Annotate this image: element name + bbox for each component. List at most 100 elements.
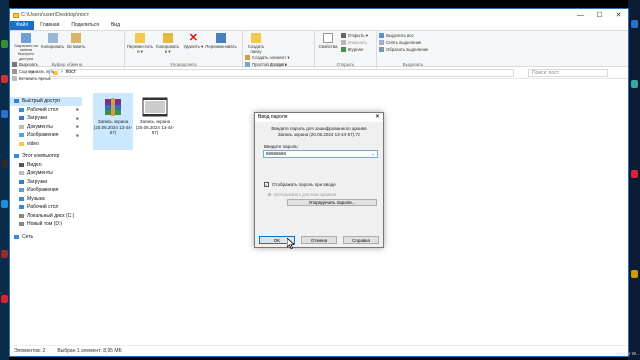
desktop-app-icon[interactable] xyxy=(1,295,8,303)
star-icon xyxy=(14,99,19,104)
invert-selection-button[interactable]: Обратить выделение xyxy=(379,46,428,53)
search-input[interactable]: Поиск: пост xyxy=(528,68,608,77)
password-field[interactable]: 66666666 ⌄ xyxy=(263,150,378,158)
desktop-app-icon[interactable] xyxy=(631,270,638,278)
dialog-buttons: OK Отмена Справка xyxy=(259,236,379,244)
help-button[interactable]: Справка xyxy=(343,236,379,244)
select-none-label: Снять выделение xyxy=(386,40,422,45)
rename-label: Переименовать xyxy=(205,44,237,49)
nav-item-desktop-pc[interactable]: Рабочий стол xyxy=(10,203,82,212)
window-title: C:\Users\user\Desktop\пост xyxy=(21,12,90,18)
desktop-app-icon[interactable] xyxy=(1,110,8,118)
copy-path-button[interactable]: Скопировать путь xyxy=(12,68,55,75)
maximize-button[interactable]: ☐ xyxy=(590,9,609,21)
rename-button[interactable]: Переименовать xyxy=(205,32,237,49)
nav-item-drive-c[interactable]: Локальный диск (C:) xyxy=(10,212,82,221)
dialog-message: Введите пароль для зашифрованного архива… xyxy=(255,126,383,138)
nav-item-music[interactable]: Музыка xyxy=(10,195,82,204)
use-for-all-checkbox[interactable]: Использовать для всех архивов xyxy=(268,192,383,197)
desktop-app-icon[interactable] xyxy=(631,170,638,178)
group-open: Свойства Открыть ▾ Изменить Журнал Откры… xyxy=(315,31,377,68)
group-label: Упорядочить xyxy=(170,62,197,67)
desktop-app-icon[interactable] xyxy=(631,80,638,88)
nav-item-video-folder[interactable]: video xyxy=(10,140,82,149)
desktop-app-icon[interactable] xyxy=(1,75,8,83)
delete-button[interactable]: ✕ Удалить ▾ xyxy=(182,32,204,50)
copy-to-button[interactable]: Копировать в ▾ xyxy=(155,32,181,55)
move-to-button[interactable]: Переместить в ▾ xyxy=(127,32,153,55)
item-count: Элементов: 2 xyxy=(14,348,46,354)
pictures-icon xyxy=(19,133,24,138)
file-name: Запись экрана (20.06.2024 13-44-57) xyxy=(93,119,133,135)
edit-button[interactable]: Изменить xyxy=(340,39,368,46)
path-separator-icon: › xyxy=(61,69,63,75)
download-icon xyxy=(19,179,24,184)
use-for-all-label: Использовать для всех архивов xyxy=(274,192,336,197)
copy-button[interactable]: Копировать xyxy=(41,32,65,49)
new-item-button[interactable]: Создать элемент ▾ xyxy=(245,54,290,61)
nav-item-pictures[interactable]: Изображения ✱ xyxy=(10,131,82,140)
nav-item-label: Сеть xyxy=(22,233,34,240)
desktop-app-icon[interactable] xyxy=(631,20,638,28)
ribbon-tabs: Файл Главная Поделиться Вид xyxy=(10,21,628,30)
nav-item-this-pc[interactable]: Этот компьютер xyxy=(10,152,82,161)
tab-share[interactable]: Поделиться xyxy=(65,21,105,30)
paste-button[interactable]: Вставить xyxy=(65,32,87,49)
desktop-app-icon[interactable] xyxy=(1,250,8,258)
copy-label: Копировать xyxy=(41,44,65,49)
file-item-archive[interactable]: Запись экрана (20.06.2024 13-44-57) xyxy=(93,93,133,150)
nav-item-downloads-pc[interactable]: Загрузки xyxy=(10,178,82,187)
group-label: Создать xyxy=(269,62,288,67)
chevron-down-icon[interactable]: ⌄ xyxy=(371,151,375,157)
nav-item-desktop[interactable]: Рабочий стол ✱ xyxy=(10,106,82,115)
close-button[interactable]: ✕ xyxy=(609,9,628,21)
pin-icon: ✱ xyxy=(75,115,79,121)
new-folder-button[interactable]: Создать папку xyxy=(245,32,267,54)
nav-item-videos[interactable]: Видео xyxy=(10,161,82,170)
select-all-button[interactable]: Выделить все xyxy=(379,32,428,39)
minimize-button[interactable]: — xyxy=(571,9,590,21)
select-none-button[interactable]: Снять выделение xyxy=(379,39,428,46)
select-small-actions: Выделить все Снять выделение Обратить вы… xyxy=(379,32,428,53)
nav-item-drive-d[interactable]: Новый том (D:) xyxy=(10,220,82,229)
taskbar-app-label[interactable]: Keeper W... xyxy=(616,351,640,356)
address-field[interactable]: › пост xyxy=(49,68,514,77)
new-folder-icon xyxy=(251,33,261,43)
nav-item-network[interactable]: Сеть xyxy=(10,233,82,242)
select-none-icon xyxy=(379,40,384,45)
nav-item-downloads[interactable]: Загрузки ✱ xyxy=(10,114,82,123)
pin-label: Закрепить на панели быстрого доступа xyxy=(14,44,38,61)
nav-item-label: Изображения xyxy=(27,187,59,194)
manage-passwords-button[interactable]: Упорядочить пароли... xyxy=(287,199,377,206)
pin-icon: ✱ xyxy=(75,132,79,138)
desktop-app-icon[interactable] xyxy=(1,160,8,168)
show-password-checkbox[interactable]: ✓ Отображать пароль при вводе xyxy=(264,182,383,187)
properties-button[interactable]: Свойства xyxy=(317,32,339,49)
file-item-video[interactable]: Запись экрана (20.06.2024 13-44-57) xyxy=(135,93,175,150)
select-all-icon xyxy=(379,33,384,38)
properties-icon xyxy=(323,33,333,43)
close-icon[interactable]: ✕ xyxy=(375,113,380,122)
video-icon xyxy=(19,162,24,167)
winrar-archive-icon xyxy=(105,98,121,116)
tab-home[interactable]: Главная xyxy=(34,21,65,30)
nav-item-pictures-pc[interactable]: Изображения xyxy=(10,186,82,195)
ribbon: Закрепить на панели быстрого доступа Коп… xyxy=(10,30,628,81)
tab-view[interactable]: Вид xyxy=(105,21,126,30)
desktop-left-strip xyxy=(0,0,9,360)
copy-icon xyxy=(47,33,58,43)
paste-shortcut-button[interactable]: Вставить ярлык xyxy=(12,75,55,82)
address-path: пост xyxy=(65,69,76,75)
tab-file[interactable]: Файл xyxy=(10,21,35,30)
open-button[interactable]: Открыть ▾ xyxy=(340,32,368,39)
desktop-app-icon[interactable] xyxy=(1,200,8,208)
nav-item-documents-pc[interactable]: Документы xyxy=(10,169,82,178)
history-button[interactable]: Журнал xyxy=(340,46,368,53)
nav-item-quick-access[interactable]: Быстрый доступ xyxy=(10,97,82,106)
pin-quick-access-button[interactable]: Закрепить на панели быстрого доступа xyxy=(12,32,40,61)
nav-item-label: Видео xyxy=(27,161,42,168)
open-icon xyxy=(340,33,346,38)
cancel-button[interactable]: Отмена xyxy=(301,236,337,244)
desktop-app-icon[interactable] xyxy=(1,40,8,48)
nav-item-documents[interactable]: Документы ✱ xyxy=(10,123,82,132)
